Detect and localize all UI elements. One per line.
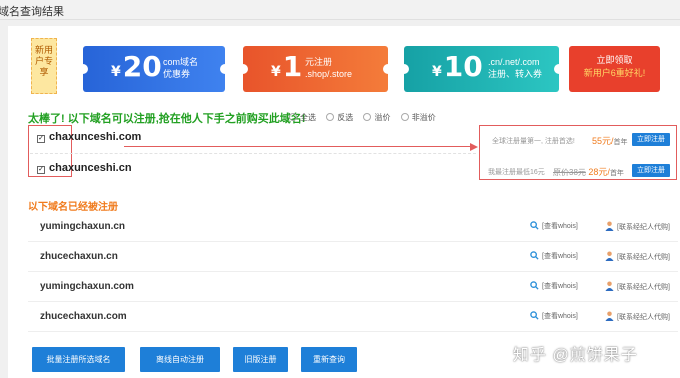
- original-price: 原价38元: [553, 168, 586, 177]
- filter-select-all[interactable]: 全选: [289, 113, 316, 122]
- coupon-amount: 1: [282, 50, 303, 83]
- registered-heading: 以下域名已经被注册: [28, 202, 118, 213]
- promo-text: 全球注册量第一, 注册首选!: [492, 138, 575, 145]
- coupon-shop-1[interactable]: ¥1 元注册 .shop/.store: [243, 46, 388, 92]
- register-now-button[interactable]: 立即注册: [632, 133, 670, 146]
- coupon-line2: .shop/.store: [305, 69, 353, 79]
- filter-radios: 全选 反选 溢价 非溢价: [289, 112, 444, 123]
- price: 原价38元 28元/首年: [553, 167, 624, 177]
- row-checkbox[interactable]: ✓: [37, 166, 45, 174]
- table-row: zhucechaxun.cn [查看whois] [联系经纪人代购]: [28, 242, 678, 272]
- promo-text: 我最注册最低16元: [488, 169, 545, 176]
- coupon-line2: 优惠券: [163, 69, 191, 79]
- registered-domain: yumingchaxun.cn: [40, 221, 126, 232]
- coupon-cn-10[interactable]: ¥10 .cn/.net/.com 注册、转入券: [404, 46, 559, 92]
- agent-icon: [605, 251, 614, 261]
- row-checkbox[interactable]: ✓: [37, 135, 45, 143]
- available-row: ✓ chaxunceshi.cn: [37, 162, 132, 174]
- coupon-line1: .cn/.net/.com: [488, 57, 540, 67]
- coupon-amount: 20: [122, 50, 162, 83]
- old-register-button[interactable]: 旧版注册: [233, 347, 288, 372]
- annotation-arrow-line: [124, 146, 472, 147]
- claim-gifts-button[interactable]: 立即领取 新用户6重好礼!: [569, 46, 660, 92]
- agent-icon: [605, 311, 614, 321]
- coupon-com-20[interactable]: ¥20 com域名 优惠券: [83, 46, 225, 92]
- coupon-line2: 注册、转入券: [488, 69, 543, 79]
- available-domain: chaxunceshi.com: [49, 131, 142, 143]
- contact-agent-link[interactable]: [联系经纪人代购]: [605, 281, 670, 292]
- coupon-amount: 10: [443, 50, 483, 83]
- whois-link[interactable]: [查看whois]: [530, 251, 578, 261]
- table-row: zhucechaxun.com [查看whois] [联系经纪人代购]: [28, 302, 678, 332]
- agent-icon: [605, 221, 614, 231]
- registered-domain: zhucechaxun.cn: [40, 251, 118, 262]
- search-icon: [530, 221, 539, 230]
- filter-non-premium[interactable]: 非溢价: [400, 113, 436, 122]
- register-now-button[interactable]: 立即注册: [632, 164, 670, 177]
- available-row: ✓ chaxunceshi.com: [37, 131, 141, 143]
- page-title: 域名查询结果: [0, 6, 64, 18]
- search-icon: [530, 251, 539, 260]
- offline-register-button[interactable]: 离线自动注册: [140, 347, 220, 372]
- filter-premium[interactable]: 溢价: [363, 113, 390, 122]
- available-heading: 太棒了! 以下域名可以注册,抢在他人下手之前购买此域名!: [28, 113, 306, 125]
- coupon-currency: ¥: [432, 64, 442, 80]
- requery-button[interactable]: 重新查询: [301, 347, 357, 372]
- search-icon: [530, 311, 539, 320]
- contact-agent-link[interactable]: [联系经纪人代购]: [605, 221, 670, 232]
- coupon-currency: ¥: [111, 64, 121, 80]
- annotation-arrow-head: [470, 143, 478, 151]
- contact-agent-link[interactable]: [联系经纪人代购]: [605, 311, 670, 322]
- row-divider: [30, 153, 476, 154]
- available-domain: chaxunceshi.cn: [49, 162, 132, 174]
- watermark: 知乎 @煎饼果子: [513, 347, 638, 364]
- claim-line2: 新用户6重好礼!: [583, 68, 646, 78]
- price: 55元/首年: [592, 136, 628, 146]
- registered-domain: zhucechaxun.com: [40, 311, 127, 322]
- coupon-strip: 新用户专享 ¥20 com域名 优惠券 ¥1 元注册 .shop/.store …: [31, 36, 671, 94]
- whois-link[interactable]: [查看whois]: [530, 221, 578, 231]
- agent-icon: [605, 281, 614, 291]
- filter-invert[interactable]: 反选: [326, 113, 353, 122]
- table-row: yumingchaxun.com [查看whois] [联系经纪人代购]: [28, 272, 678, 302]
- title-bar: 域名查询结果: [0, 0, 680, 20]
- batch-register-button[interactable]: 批量注册所选域名: [32, 347, 125, 372]
- whois-link[interactable]: [查看whois]: [530, 281, 578, 291]
- contact-agent-link[interactable]: [联系经纪人代购]: [605, 251, 670, 262]
- registered-domain: yumingchaxun.com: [40, 281, 134, 292]
- table-row: yumingchaxun.cn [查看whois] [联系经纪人代购]: [28, 212, 678, 242]
- whois-link[interactable]: [查看whois]: [530, 311, 578, 321]
- search-icon: [530, 281, 539, 290]
- claim-line1: 立即领取: [596, 55, 633, 65]
- coupon-currency: ¥: [271, 64, 281, 80]
- coupon-line1: com域名: [163, 57, 199, 67]
- new-user-tag: 新用户专享: [31, 38, 57, 94]
- coupon-line1: 元注册: [305, 57, 333, 67]
